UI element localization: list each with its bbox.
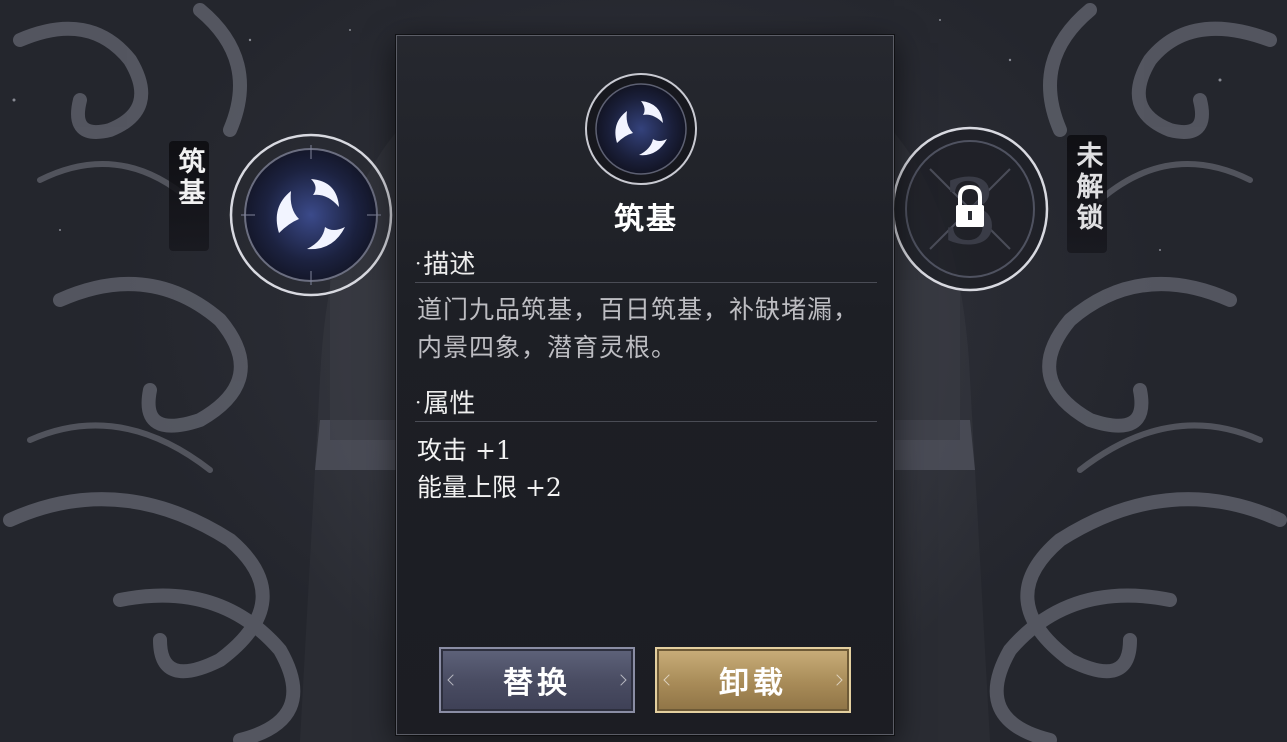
chevron-left-icon — [663, 674, 675, 686]
right-locked-slot[interactable]: 3 — [890, 125, 1050, 293]
attribute-item: 攻击 +1 — [417, 436, 512, 465]
unload-button-label: 卸载 — [719, 666, 787, 701]
panel-title: 筑基 — [614, 202, 678, 237]
attributes-heading: · 属性 — [415, 382, 877, 422]
chevron-left-icon — [447, 674, 459, 686]
swirl-realm-icon — [585, 73, 697, 185]
description-heading-text: 描述 — [423, 250, 476, 280]
replace-button-label: 替换 — [503, 666, 571, 701]
game-screen: 筑基 未解锁 筑基 · 描述 道门九品筑基，百日筑基，补缺堵漏，内景四象，潜育灵… — [0, 0, 1287, 742]
bullet-dot: · — [415, 250, 422, 275]
locked-slot-art: 3 — [891, 126, 1049, 292]
chevron-right-icon — [615, 674, 627, 686]
description-text: 道门九品筑基，百日筑基，补缺堵漏，内景四象，潜育灵根。 — [417, 295, 860, 362]
chevron-right-icon — [831, 674, 843, 686]
realm-detail-panel: 筑基 · 描述 道门九品筑基，百日筑基，补缺堵漏，内景四象，潜育灵根。 · 属性… — [396, 35, 894, 735]
attributes-list: 攻击 +1 能量上限 +2 — [417, 432, 862, 506]
description-heading: · 描述 — [415, 243, 877, 283]
attribute-item: 能量上限 +2 — [417, 473, 562, 502]
swirl-realm-icon — [229, 133, 393, 297]
bullet-dot: · — [415, 389, 422, 414]
right-slot-label: 未解锁 — [1067, 135, 1107, 253]
attributes-heading-text: 属性 — [423, 389, 476, 419]
unload-button[interactable]: 卸载 — [655, 647, 851, 713]
replace-button[interactable]: 替换 — [439, 647, 635, 713]
left-realm-slot[interactable] — [227, 131, 395, 299]
left-slot-label: 筑基 — [169, 141, 209, 251]
